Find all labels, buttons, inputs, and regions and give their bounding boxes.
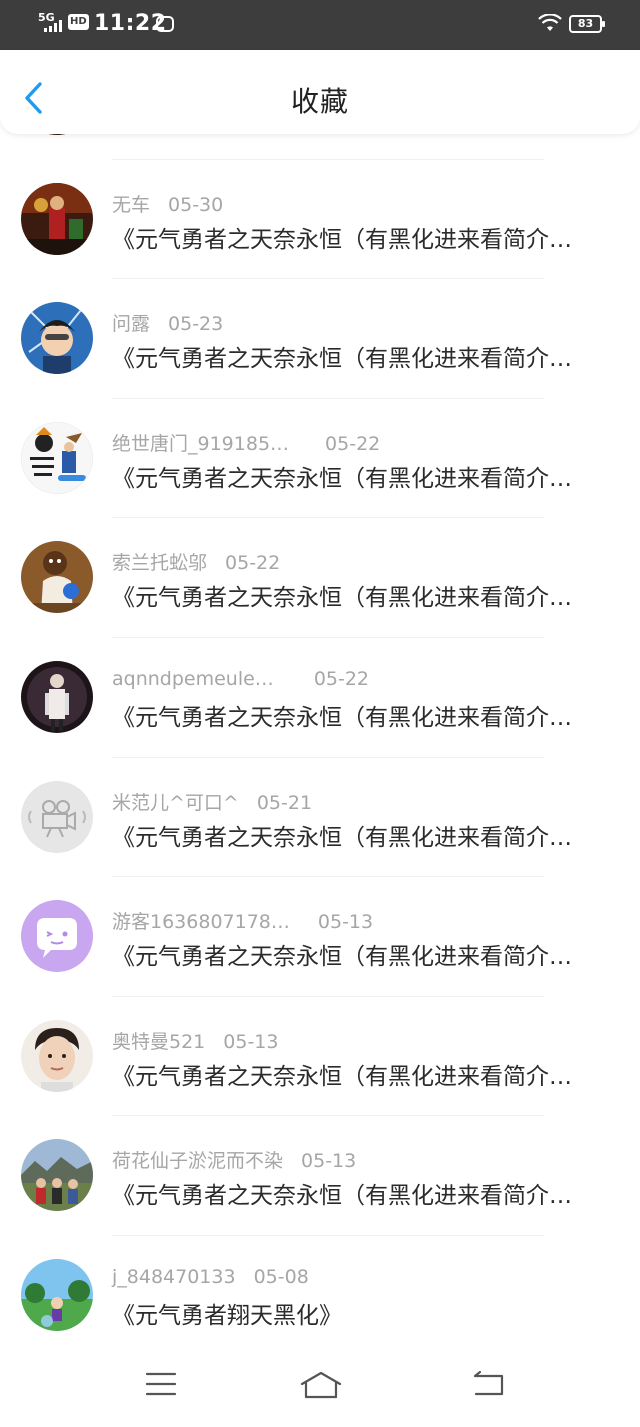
- story-title[interactable]: 《元气勇者之天奈永恒（有黑化进来看简介…: [112, 1057, 602, 1091]
- post-date: 05-13: [223, 1030, 279, 1053]
- post-date: 05-13: [301, 1150, 357, 1173]
- author-name: 问露: [112, 313, 151, 336]
- post-date: 05-08: [253, 1265, 309, 1288]
- post-date: 05-23: [168, 313, 224, 336]
- favorites-list: 无车 05-30 《元气勇者之天奈永恒（有黑化进来看简介… 问露 05-23 《元气…: [0, 100, 640, 1350]
- author-name: aqnndpemeule…: [112, 667, 274, 690]
- app-header: 收藏: [0, 50, 640, 134]
- system-nav-bar: [0, 1350, 640, 1427]
- avatar[interactable]: [21, 421, 93, 494]
- avatar[interactable]: [21, 1019, 93, 1092]
- post-date: 05-30: [168, 193, 224, 216]
- list-item[interactable]: 绝世唐门_919185… 05-22 《元气勇者之天奈永恒（有黑化进来看简介…: [0, 399, 640, 519]
- signal-icon: [44, 20, 62, 32]
- story-title[interactable]: 《元气勇者之天奈永恒（有黑化进来看简介…: [112, 578, 602, 612]
- game-mode-icon: [156, 16, 174, 32]
- home-icon[interactable]: [299, 1370, 343, 1400]
- post-date: 05-13: [317, 911, 374, 934]
- battery-icon: 83: [569, 15, 605, 33]
- story-title[interactable]: 《元气勇者之天奈永恒（有黑化进来看简介…: [112, 698, 602, 732]
- author-name: 米范儿^可口^: [112, 791, 239, 814]
- author-name: 奥特曼521: [112, 1030, 206, 1053]
- post-date: 05-21: [256, 791, 313, 814]
- story-title[interactable]: 《元气勇者之天奈永恒（有黑化进来看简介…: [112, 818, 602, 852]
- hd-badge: HD: [68, 14, 89, 30]
- avatar[interactable]: [21, 1139, 93, 1212]
- camera-icon: [21, 780, 93, 853]
- wifi-icon: [538, 14, 562, 31]
- avatar[interactable]: [21, 302, 93, 375]
- author-name: 荷花仙子淤泥而不染: [112, 1150, 284, 1173]
- story-title[interactable]: 《元气勇者之天奈永恒（有黑化进来看简介…: [112, 220, 602, 254]
- avatar[interactable]: [21, 660, 93, 733]
- list-item[interactable]: 荷花仙子淤泥而不染 05-13 《元气勇者之天奈永恒（有黑化进来看简介…: [0, 1116, 640, 1236]
- list-item[interactable]: 无车 05-30 《元气勇者之天奈永恒（有黑化进来看简介…: [0, 160, 640, 280]
- page-title: 收藏: [290, 85, 349, 118]
- avatar[interactable]: [21, 1258, 93, 1331]
- story-title[interactable]: 《元气勇者之天奈永恒（有黑化进来看简介…: [112, 339, 602, 373]
- post-date: 05-22: [225, 552, 281, 575]
- post-date: 05-22: [325, 432, 381, 455]
- list-item[interactable]: 问露 05-23 《元气勇者之天奈永恒（有黑化进来看简介…: [0, 279, 640, 399]
- avatar[interactable]: [21, 182, 93, 255]
- list-item[interactable]: aqnndpemeule… 05-22 《元气勇者之天奈永恒（有黑化进来看简介…: [0, 638, 640, 758]
- author-name: j_848470133: [112, 1265, 236, 1288]
- author-name: 绝世唐门_919185…: [112, 432, 290, 455]
- menu-icon[interactable]: [145, 1370, 177, 1398]
- story-title[interactable]: 《元气勇者之天奈永恒（有黑化进来看简介…: [112, 459, 602, 493]
- avatar[interactable]: [21, 900, 93, 973]
- post-date: 05-22: [313, 667, 370, 690]
- chat-bubble-icon: [21, 900, 93, 973]
- author-name: 游客1636807178…: [112, 911, 290, 934]
- story-title[interactable]: 《元气勇者翔天黑化》: [112, 1296, 602, 1330]
- list-item[interactable]: j_848470133 05-08 《元气勇者翔天黑化》: [0, 1236, 640, 1350]
- status-bar: 5G HD 11:22 83: [0, 0, 640, 50]
- list-item[interactable]: 米范儿^可口^ 05-21 《元气勇者之天奈永恒（有黑化进来看简介…: [0, 758, 640, 878]
- avatar[interactable]: [21, 780, 93, 853]
- story-title[interactable]: 《元气勇者之天奈永恒（有黑化进来看简介…: [112, 937, 602, 971]
- list-item[interactable]: 索兰托蚣邬 05-22 《元气勇者之天奈永恒（有黑化进来看简介…: [0, 518, 640, 638]
- list-item[interactable]: 奥特曼521 05-13 《元气勇者之天奈永恒（有黑化进来看简介…: [0, 997, 640, 1117]
- avatar[interactable]: [21, 541, 93, 614]
- list-item[interactable]: 游客1636807178… 05-13 《元气勇者之天奈永恒（有黑化进来看简介…: [0, 877, 640, 997]
- back-arrow-icon[interactable]: [472, 1370, 506, 1398]
- story-title[interactable]: 《元气勇者之天奈永恒（有黑化进来看简介…: [112, 1176, 602, 1210]
- author-name: 无车: [112, 193, 151, 216]
- author-name: 索兰托蚣邬: [112, 552, 208, 575]
